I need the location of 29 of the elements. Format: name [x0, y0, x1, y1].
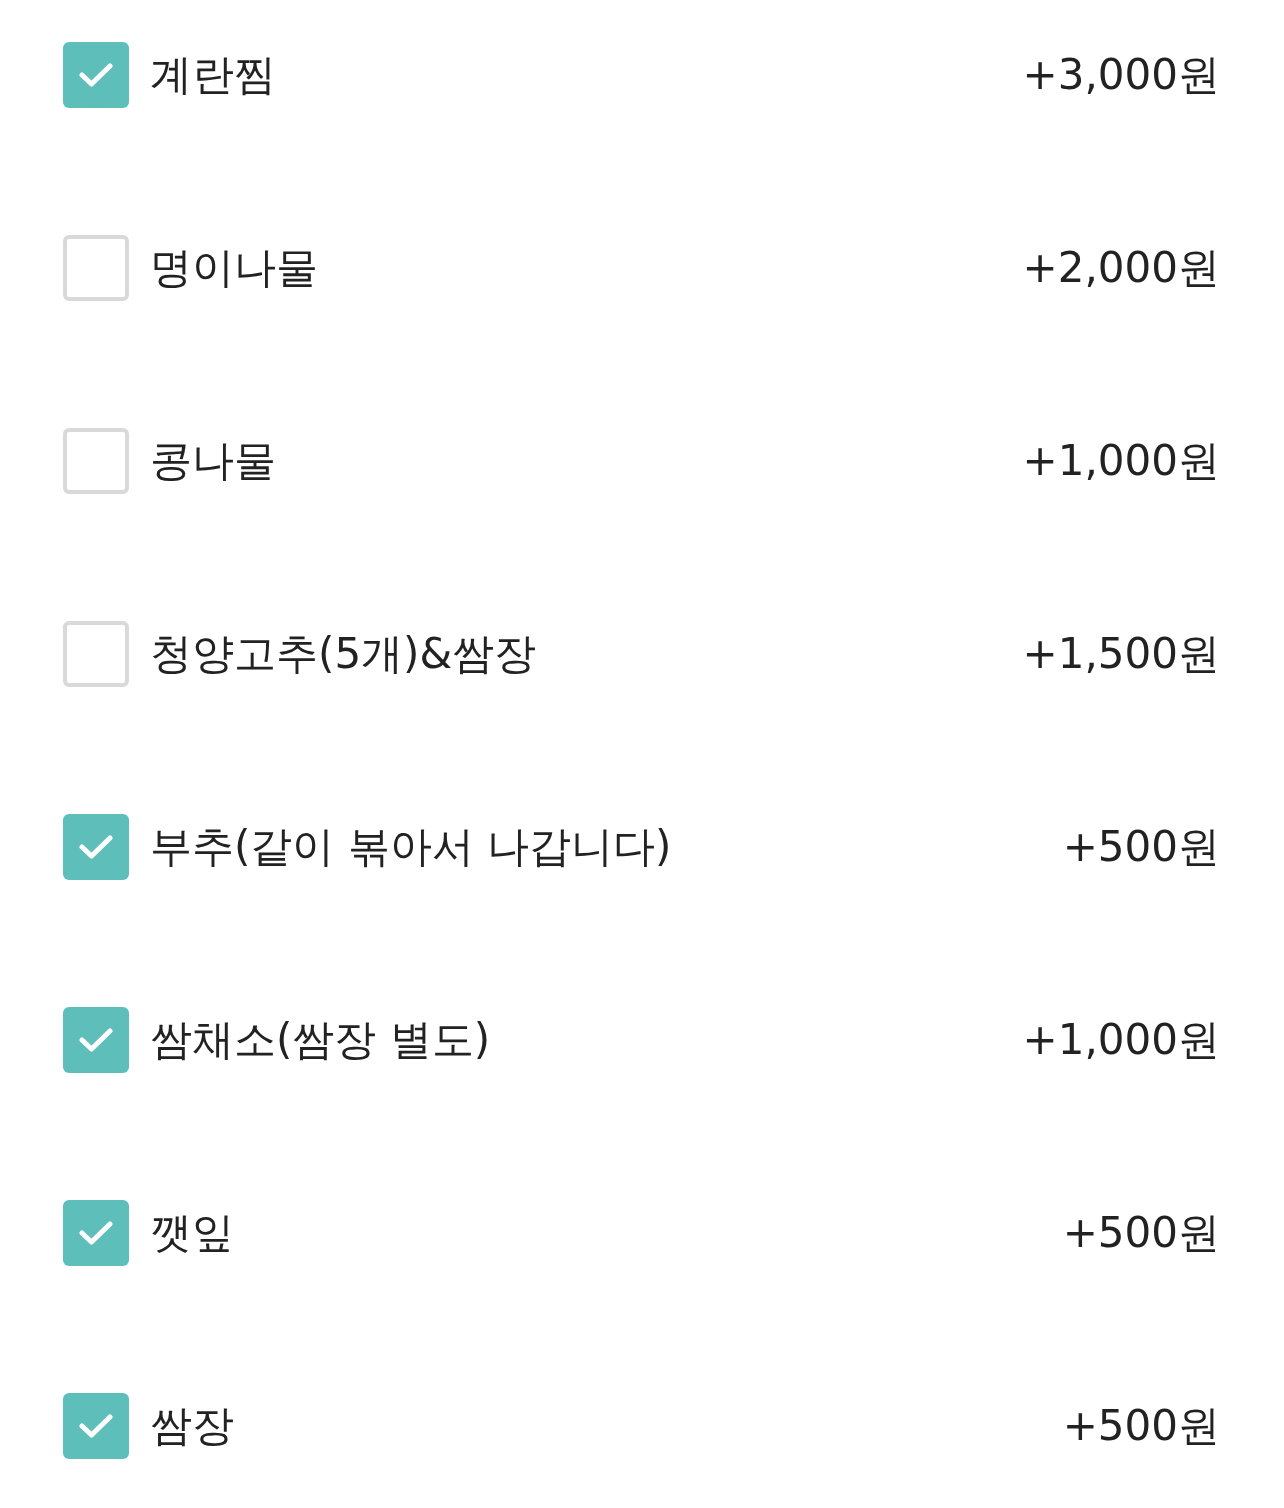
option-price: +1,000원: [1022, 1014, 1220, 1066]
option-price: +1,000원: [1022, 435, 1220, 487]
checkbox[interactable]: [63, 42, 129, 108]
option-price: +2,000원: [1022, 242, 1220, 294]
option-price: +3,000원: [1022, 49, 1220, 101]
option-label: 콩나물: [150, 435, 277, 487]
option-label: 깻잎: [150, 1207, 235, 1259]
checkbox[interactable]: [63, 1007, 129, 1073]
option-label: 계란찜: [150, 49, 277, 101]
check-icon: [79, 1028, 113, 1052]
option-price: +500원: [1062, 1400, 1220, 1452]
checkbox[interactable]: [63, 1200, 129, 1266]
option-label: 명이나물: [150, 242, 319, 294]
checkbox[interactable]: [63, 428, 129, 494]
checkbox[interactable]: [63, 1393, 129, 1459]
option-price: +500원: [1062, 821, 1220, 873]
option-label: 부추(같이 볶아서 나갑니다): [150, 821, 673, 873]
option-label: 쌈채소(쌈장 별도): [150, 1014, 492, 1066]
checkbox[interactable]: [63, 814, 129, 880]
check-icon: [79, 63, 113, 87]
option-price: +1,500원: [1022, 628, 1220, 680]
check-icon: [79, 1414, 113, 1438]
checkbox[interactable]: [63, 235, 129, 301]
option-label: 쌈장: [150, 1400, 235, 1452]
check-icon: [79, 835, 113, 859]
option-price: +500원: [1062, 1207, 1220, 1259]
checkbox[interactable]: [63, 621, 129, 687]
check-icon: [79, 1221, 113, 1245]
option-label: 청양고추(5개)&쌈장: [150, 628, 538, 680]
